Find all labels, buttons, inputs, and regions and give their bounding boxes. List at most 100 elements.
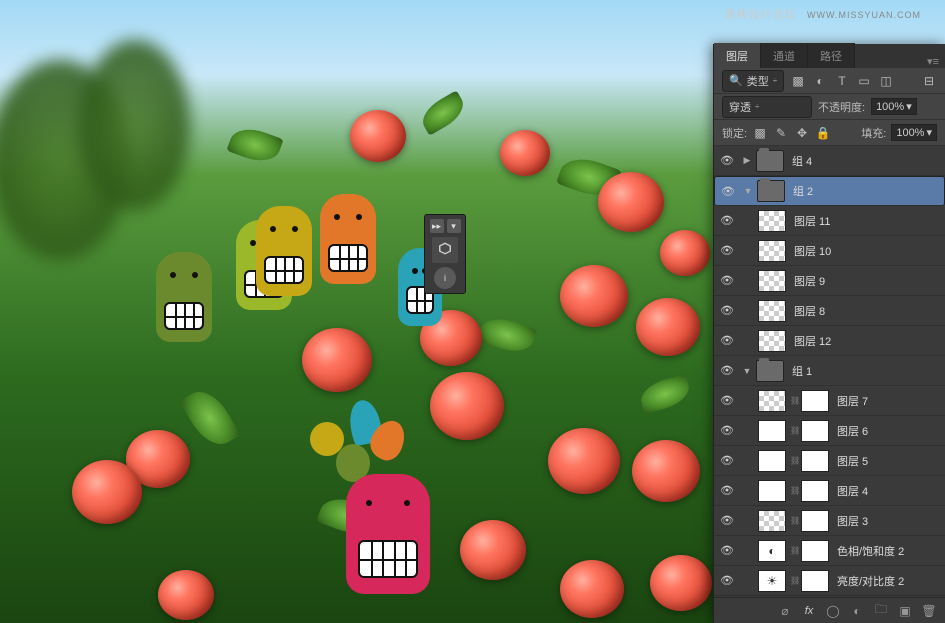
leaf xyxy=(637,374,693,414)
layer-name[interactable]: 图层 8 xyxy=(794,303,825,319)
rose xyxy=(560,560,624,618)
filter-kind-select[interactable]: 🔍 类型 ÷ xyxy=(722,70,784,92)
mask-link-icon[interactable]: ⛓ xyxy=(790,486,798,495)
panel-footer: ⌀ fx ◯ ◐ 🗀 ▣ 🗑 xyxy=(714,597,945,623)
visibility-toggle[interactable]: 👁 xyxy=(720,574,734,587)
visibility-toggle[interactable]: 👁 xyxy=(720,544,734,557)
panel-menu-icon[interactable]: ▾≡ xyxy=(921,55,945,68)
new-layer-icon[interactable]: ▣ xyxy=(897,603,913,619)
visibility-toggle[interactable]: 👁 xyxy=(720,304,734,317)
add-mask-icon[interactable]: ◯ xyxy=(825,603,841,619)
disclosure-triangle[interactable]: ▼ xyxy=(743,186,753,196)
new-group-icon[interactable]: 🗀 xyxy=(873,603,889,619)
mask-link-icon[interactable]: ⛓ xyxy=(790,546,798,555)
layer-mask-thumbnail xyxy=(801,420,829,442)
visibility-toggle[interactable]: 👁 xyxy=(720,154,734,167)
layer-name[interactable]: 图层 6 xyxy=(837,423,868,439)
disclosure-triangle[interactable]: ▼ xyxy=(742,366,752,376)
layer-row[interactable]: 👁 图层 11 xyxy=(714,206,945,236)
visibility-toggle[interactable]: 👁 xyxy=(720,214,734,227)
visibility-toggle[interactable]: 👁 xyxy=(720,394,734,407)
blend-mode-select[interactable]: 穿透 ÷ xyxy=(722,96,812,118)
layer-name[interactable]: 组 1 xyxy=(792,363,812,379)
menu-icon[interactable]: ▾ xyxy=(447,219,461,233)
tab-通道[interactable]: 通道 xyxy=(761,43,808,68)
lock-position-icon[interactable]: ✥ xyxy=(794,125,810,141)
mask-link-icon[interactable]: ⛓ xyxy=(790,516,798,525)
filter-toggle-icon[interactable]: ⊟ xyxy=(921,73,937,89)
lock-pixels-icon[interactable]: ✎ xyxy=(773,125,789,141)
layer-name[interactable]: 图层 11 xyxy=(794,213,830,229)
filter-shape-icon[interactable]: ▭ xyxy=(856,73,872,89)
visibility-toggle[interactable]: 👁 xyxy=(721,185,735,198)
info-icon[interactable]: i xyxy=(434,267,456,289)
tab-图层[interactable]: 图层 xyxy=(714,43,761,68)
layer-thumbnail xyxy=(758,390,786,412)
add-adjustment-icon[interactable]: ◐ xyxy=(849,603,865,619)
layer-row[interactable]: 👁 ⛓ 图层 4 xyxy=(714,476,945,506)
mask-link-icon[interactable]: ⛓ xyxy=(790,426,798,435)
layer-name[interactable]: 图层 10 xyxy=(794,243,831,259)
tab-路径[interactable]: 路径 xyxy=(808,43,855,68)
layer-row[interactable]: 👁 ▼ 组 2 xyxy=(714,176,945,206)
visibility-toggle[interactable]: 👁 xyxy=(720,424,734,437)
layer-row[interactable]: 👁 ▼ 组 1 xyxy=(714,356,945,386)
visibility-toggle[interactable]: 👁 xyxy=(720,484,734,497)
visibility-toggle[interactable]: 👁 xyxy=(720,364,734,377)
visibility-toggle[interactable]: 👁 xyxy=(720,514,734,527)
lock-row: 锁定: ▩ ✎ ✥ 🔒 填充: 100% ▾ xyxy=(714,120,945,146)
rose xyxy=(500,130,550,176)
layer-name[interactable]: 组 2 xyxy=(793,183,813,199)
link-layers-icon[interactable]: ⌀ xyxy=(777,603,793,619)
disclosure-triangle[interactable]: ▶ xyxy=(742,155,752,166)
layer-row[interactable]: 👁 ⛓ 图层 5 xyxy=(714,446,945,476)
layer-row[interactable]: 👁 图层 8 xyxy=(714,296,945,326)
layer-row[interactable]: 👁 ⛓ 图层 7 xyxy=(714,386,945,416)
fill-input[interactable]: 100% ▾ xyxy=(891,124,937,141)
layer-row[interactable]: 👁 图层 9 xyxy=(714,266,945,296)
rose xyxy=(598,172,664,232)
layer-row[interactable]: 👁 图层 10 xyxy=(714,236,945,266)
mask-link-icon[interactable]: ⛓ xyxy=(790,576,798,585)
layers-list[interactable]: 👁 ▶ 组 4 👁 ▼ 组 2 👁 图层 11 👁 图层 10 👁 图层 9 👁 图层 8 👁 图层 12 👁 ▼… xyxy=(714,146,945,597)
mask-link-icon[interactable]: ⛓ xyxy=(790,396,798,405)
layer-name[interactable]: 图层 4 xyxy=(837,483,868,499)
layer-row[interactable]: 👁 图层 12 xyxy=(714,326,945,356)
delete-layer-icon[interactable]: 🗑 xyxy=(921,603,937,619)
visibility-toggle[interactable]: 👁 xyxy=(720,334,734,347)
layer-name[interactable]: 图层 12 xyxy=(794,333,831,349)
collapse-icon[interactable]: ▸▸ xyxy=(430,219,444,233)
opacity-input[interactable]: 100% ▾ xyxy=(871,98,917,115)
layer-name[interactable]: 图层 5 xyxy=(837,453,868,469)
visibility-toggle[interactable]: 👁 xyxy=(720,274,734,287)
rose xyxy=(430,372,504,440)
layer-name[interactable]: 组 4 xyxy=(792,153,812,169)
layer-thumbnail xyxy=(758,240,786,262)
layer-row[interactable]: 👁☀⛓亮度/对比度 2 xyxy=(714,566,945,596)
layer-name[interactable]: 图层 9 xyxy=(794,273,825,289)
lock-transparency-icon[interactable]: ▩ xyxy=(752,125,768,141)
filter-type-icon[interactable]: T xyxy=(834,73,850,89)
layer-name[interactable]: 色相/饱和度 2 xyxy=(837,543,904,559)
leaf xyxy=(417,90,470,136)
fx-icon[interactable]: fx xyxy=(801,603,817,619)
layer-thumbnail xyxy=(758,480,786,502)
visibility-toggle[interactable]: 👁 xyxy=(720,454,734,467)
lock-all-icon[interactable]: 🔒 xyxy=(815,125,831,141)
filter-smart-icon[interactable]: ◫ xyxy=(878,73,894,89)
cube-3d-icon[interactable] xyxy=(432,237,458,263)
layer-name[interactable]: 图层 7 xyxy=(837,393,868,409)
layer-thumbnail xyxy=(758,510,786,532)
filter-pixel-icon[interactable]: ▩ xyxy=(790,73,806,89)
panel-tabs: 图层通道路径 ▾≡ xyxy=(714,44,945,68)
layer-name[interactable]: 图层 3 xyxy=(837,513,868,529)
layer-row[interactable]: 👁◐⛓色相/饱和度 2 xyxy=(714,536,945,566)
visibility-toggle[interactable]: 👁 xyxy=(720,244,734,257)
layer-row[interactable]: 👁 ▶ 组 4 xyxy=(714,146,945,176)
layer-row[interactable]: 👁 ⛓ 图层 6 xyxy=(714,416,945,446)
layer-name[interactable]: 亮度/对比度 2 xyxy=(837,573,904,589)
mask-link-icon[interactable]: ⛓ xyxy=(790,456,798,465)
filter-adjust-icon[interactable]: ◐ xyxy=(812,73,828,89)
floating-3d-panel[interactable]: ▸▸▾ i xyxy=(424,214,466,294)
layer-row[interactable]: 👁 ⛓ 图层 3 xyxy=(714,506,945,536)
